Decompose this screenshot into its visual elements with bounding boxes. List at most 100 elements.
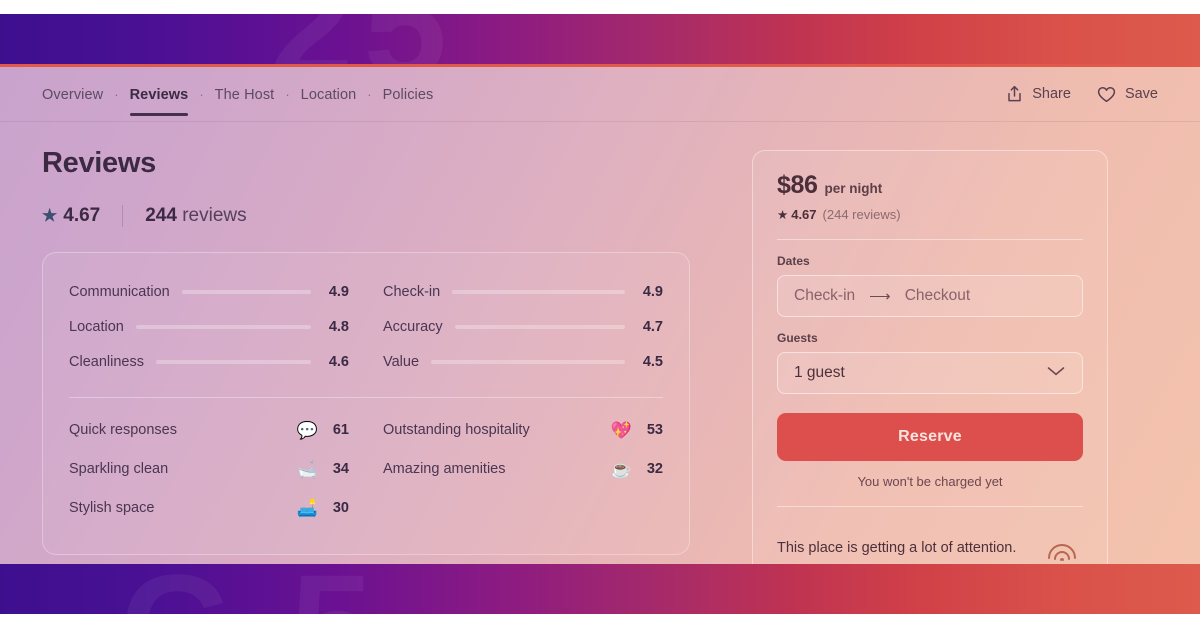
ratings-breakdown-card: Communication 4.9 Check-in 4.9 Location … xyxy=(42,251,690,555)
guests-value: 1 guest xyxy=(794,364,845,381)
booking-divider xyxy=(777,239,1083,240)
speech-balloons-icon: 💬 xyxy=(296,420,318,440)
tag-count: 30 xyxy=(332,500,349,517)
booking-rating: ★ 4.67 (244 reviews) xyxy=(777,207,1083,222)
tag-label: Quick responses xyxy=(69,422,177,439)
highlight-tag: Amazing amenities ☕ 32 xyxy=(383,450,663,489)
price-unit: per night xyxy=(824,181,883,196)
highlight-tag: Stylish space 🛋️ 30 xyxy=(69,489,349,528)
tag-count: 32 xyxy=(646,461,663,478)
attention-text: This place is getting a lot of attention… xyxy=(777,539,1017,556)
price-amount: $86 xyxy=(777,171,818,199)
save-button[interactable]: Save xyxy=(1097,86,1158,103)
rating-row: Cleanliness 4.6 xyxy=(69,345,349,380)
screenshot-root: 25 Overview · Reviews · The Host · Locat… xyxy=(0,0,1200,628)
nav-separator: · xyxy=(367,86,372,102)
nav-item-reviews[interactable]: Reviews xyxy=(129,71,189,118)
review-count-value: 244 xyxy=(145,204,177,226)
star-icon: ★ xyxy=(777,208,789,222)
booking-rating-value: 4.67 xyxy=(791,207,817,222)
attention-banner: This place is getting a lot of attention… xyxy=(777,506,1083,564)
review-summary: ★ 4.67 244 reviews xyxy=(42,202,690,230)
highlight-tag: Quick responses 💬 61 xyxy=(69,411,349,450)
reserve-button[interactable]: Reserve xyxy=(777,413,1083,461)
rating-label: Cleanliness xyxy=(69,354,144,371)
star-icon: ★ xyxy=(42,206,58,226)
highlight-tag: Outstanding hospitality 💖 53 xyxy=(383,411,663,450)
heart-icon xyxy=(1097,86,1116,103)
rating-value: 4.6 xyxy=(328,354,349,371)
review-count: 244 reviews xyxy=(145,205,246,227)
date-range-field[interactable]: Check-in ⟶ Checkout xyxy=(777,275,1083,317)
dates-label: Dates xyxy=(777,254,810,268)
tag-label: Outstanding hospitality xyxy=(383,422,530,439)
overall-rating-value: 4.67 xyxy=(63,204,101,226)
bottom-gradient-band: C 5 xyxy=(0,564,1200,614)
nav-separator: · xyxy=(114,86,119,102)
page-title: Reviews xyxy=(42,147,156,179)
checkin-input[interactable]: Check-in xyxy=(794,287,855,305)
booking-column: $86 per night ★ 4.67 (244 reviews) Dates… xyxy=(752,148,1108,564)
rating-label: Location xyxy=(69,319,124,336)
rating-bar-track xyxy=(431,360,625,365)
booking-card: $86 per night ★ 4.67 (244 reviews) Dates… xyxy=(752,150,1108,564)
nav-item-location[interactable]: Location xyxy=(301,71,357,118)
nav-item-overview[interactable]: Overview xyxy=(42,71,103,118)
listing-page: Overview · Reviews · The Host · Location… xyxy=(0,64,1200,564)
nav-actions: Share Save xyxy=(1006,85,1158,103)
price-line: $86 per night xyxy=(777,171,1083,200)
charge-note: You won't be charged yet xyxy=(857,474,1003,489)
share-label: Share xyxy=(1032,86,1071,102)
nav-separator: · xyxy=(199,86,204,102)
rating-bar-track xyxy=(181,290,311,295)
nav-item-policies[interactable]: Policies xyxy=(383,71,434,118)
share-icon xyxy=(1006,85,1023,103)
reviews-column: Reviews ★ 4.67 244 reviews Communication… xyxy=(42,147,690,564)
rating-row: Location 4.8 xyxy=(69,310,349,345)
checkout-input[interactable]: Checkout xyxy=(905,287,970,305)
summary-divider xyxy=(122,204,124,227)
bathtub-icon: 🛁 xyxy=(296,459,318,479)
overall-rating: ★ 4.67 xyxy=(42,205,100,227)
section-nav: Overview · Reviews · The Host · Location… xyxy=(0,67,1200,122)
rating-row: Value 4.5 xyxy=(383,345,663,380)
fire-icon xyxy=(1041,524,1083,564)
rating-row: Check-in 4.9 xyxy=(383,275,663,310)
nav-item-the-host[interactable]: The Host xyxy=(215,71,275,118)
arrow-right-icon: ⟶ xyxy=(869,287,891,305)
chevron-down-icon xyxy=(1046,364,1066,382)
top-watermark-text: 25 xyxy=(270,14,457,64)
bottom-watermark-text: C 5 xyxy=(120,564,383,614)
nav-links: Overview · Reviews · The Host · Location… xyxy=(42,71,433,118)
tag-count: 53 xyxy=(646,422,663,439)
ratings-grid: Communication 4.9 Check-in 4.9 Location … xyxy=(69,275,663,528)
rating-label: Check-in xyxy=(383,284,441,301)
rating-value: 4.9 xyxy=(328,284,349,301)
rating-value: 4.5 xyxy=(642,354,663,371)
rating-label: Communication xyxy=(69,284,170,301)
review-count-label: reviews xyxy=(182,204,247,226)
guests-label: Guests xyxy=(777,331,818,345)
sparkling-heart-icon: 💖 xyxy=(610,420,632,440)
couch-and-lamp-icon: 🛋️ xyxy=(296,498,318,518)
nav-separator: · xyxy=(285,86,290,102)
rating-bar-track xyxy=(135,325,311,330)
guests-select[interactable]: 1 guest xyxy=(777,352,1083,394)
top-gradient-band: 25 xyxy=(0,14,1200,64)
rating-value: 4.7 xyxy=(642,319,663,336)
hot-beverage-icon: ☕ xyxy=(610,459,632,479)
tag-label: Sparkling clean xyxy=(69,461,169,478)
rating-bar-track xyxy=(452,290,625,295)
rating-bar-track xyxy=(155,360,311,365)
share-button[interactable]: Share xyxy=(1006,85,1071,103)
card-divider xyxy=(69,396,663,398)
highlight-tag: Sparkling clean 🛁 34 xyxy=(69,450,349,489)
rating-label: Value xyxy=(383,354,420,371)
rating-value: 4.8 xyxy=(328,319,349,336)
rating-row: Accuracy 4.7 xyxy=(383,310,663,345)
tag-count: 61 xyxy=(332,422,349,439)
tag-count: 34 xyxy=(332,461,349,478)
rating-bar-track xyxy=(454,325,625,330)
save-label: Save xyxy=(1124,86,1158,102)
